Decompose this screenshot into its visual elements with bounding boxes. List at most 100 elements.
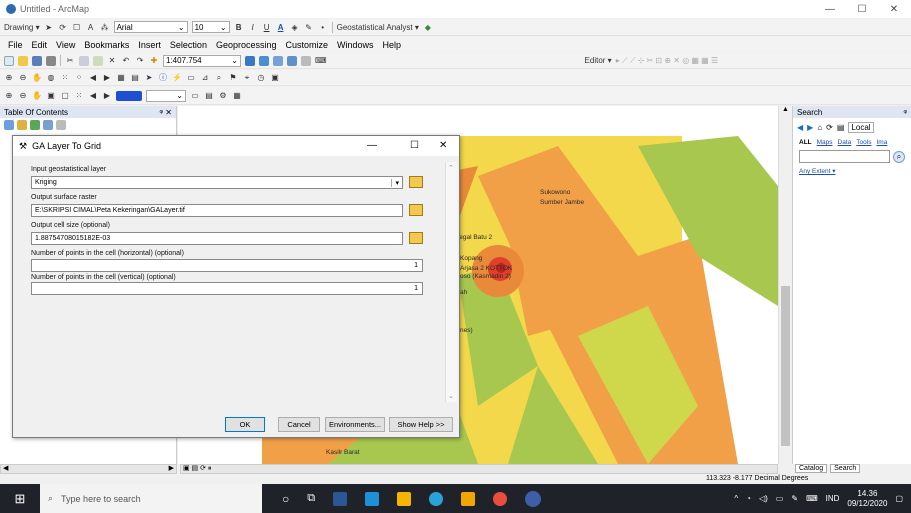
browse-folder-icon[interactable] <box>409 204 423 216</box>
menu-edit[interactable]: Edit <box>32 40 48 50</box>
select-elements-arrow-icon[interactable]: ➤ <box>144 72 154 84</box>
fixed-zoom-layout-icon[interactable]: ⁙ <box>74 90 84 102</box>
zoom-100-icon[interactable]: ▢ <box>60 90 70 102</box>
table-of-contents-icon[interactable] <box>259 55 269 66</box>
cortana-icon[interactable]: ○ <box>282 492 289 506</box>
menu-selection[interactable]: Selection <box>170 40 207 50</box>
select-features-icon[interactable]: ▦ <box>116 72 126 84</box>
menu-customize[interactable]: Customize <box>286 40 329 50</box>
environments-button[interactable]: Environments... <box>325 417 385 432</box>
show-help-button[interactable]: Show Help >> <box>389 417 453 432</box>
undo-icon[interactable]: ↶ <box>121 55 131 67</box>
home-icon[interactable]: ⌂ <box>817 123 822 132</box>
python-icon[interactable]: ⌨ <box>315 55 327 67</box>
scroll-right-icon[interactable]: ▶ <box>169 464 174 472</box>
search-tab-maps[interactable]: Maps <box>817 139 833 146</box>
catalog-tab[interactable]: Catalog <box>795 464 828 473</box>
fixed-zoom-out-icon[interactable]: ⁘ <box>74 72 84 84</box>
menu-bookmarks[interactable]: Bookmarks <box>84 40 129 50</box>
scroll-left-icon[interactable]: ◀ <box>3 464 8 472</box>
marker-color-icon[interactable]: • <box>318 21 328 33</box>
cell-size-field[interactable]: 1.88754708015182E-03 <box>31 232 403 245</box>
cut-icon[interactable]: ✂ <box>65 55 75 67</box>
dialog-close-button[interactable]: ✕ <box>439 140 447 151</box>
layout-zoom-select[interactable]: ⌄ <box>146 89 186 102</box>
chrome-icon[interactable] <box>493 491 508 506</box>
editor-menu-button[interactable]: Editor ▾ <box>585 55 612 67</box>
minimize-button[interactable]: — <box>815 0 845 18</box>
points-horizontal-field[interactable]: 1 <box>31 259 423 272</box>
redo-icon[interactable]: ↷ <box>135 55 145 67</box>
save-icon[interactable] <box>32 55 42 66</box>
arcmap-taskbar-icon[interactable] <box>525 490 542 507</box>
refresh-icon[interactable]: ⟳ <box>826 123 833 132</box>
select-elements-icon[interactable]: ➤ <box>44 21 54 33</box>
find-route-icon[interactable]: ⚑ <box>228 72 238 84</box>
search-tab[interactable]: Search <box>830 464 861 473</box>
measure-icon[interactable]: ⊿ <box>200 72 210 84</box>
menu-view[interactable]: View <box>56 40 75 50</box>
notification-icon[interactable]: ▢ <box>895 494 903 503</box>
zoom-whole-page-icon[interactable]: ▣ <box>46 90 56 102</box>
layout-view-icon[interactable]: ▣ ▤ ⟳ ⏸ <box>183 464 211 473</box>
map-scale-select[interactable]: 1:407.754 ⌄ <box>163 54 241 67</box>
font-size-select[interactable]: 10 ⌄ <box>191 21 230 33</box>
underline-button[interactable]: U <box>262 21 272 33</box>
dialog-scrollbar[interactable]: ⌃ ⌄ <box>445 162 457 402</box>
toc-pin-close[interactable]: ᵠ ✕ <box>160 108 172 117</box>
dialog-minimize-button[interactable]: — <box>367 140 377 151</box>
any-extent-dropdown[interactable]: Any Extent ▾ <box>793 165 911 177</box>
zoom-percent-icon[interactable] <box>116 90 142 101</box>
italic-button[interactable]: I <box>248 21 258 33</box>
text-tool-icon[interactable]: A <box>86 21 96 33</box>
pin-icon[interactable]: ᵠ <box>903 108 907 117</box>
rectangle-icon[interactable]: ☐ <box>72 21 82 33</box>
geostatistical-analyst-menu[interactable]: Geostatistical Analyst ▾ <box>337 21 419 33</box>
add-data-icon[interactable]: ✚ <box>149 55 159 67</box>
list-by-visibility-icon[interactable] <box>30 120 40 130</box>
mail-icon[interactable] <box>365 491 380 506</box>
scroll-down-icon[interactable]: ⌄ <box>448 392 454 400</box>
close-button[interactable]: ✕ <box>879 0 909 18</box>
create-viewer-window-icon[interactable]: ▣ <box>270 72 280 84</box>
file-explorer-icon[interactable] <box>461 491 476 506</box>
list-by-source-icon[interactable] <box>17 120 27 130</box>
fill-color-icon[interactable]: ◈ <box>290 21 300 33</box>
goto-xy-icon[interactable]: ⌖ <box>242 72 252 84</box>
menu-insert[interactable]: Insert <box>138 40 161 50</box>
task-view-icon[interactable]: ⧉ <box>307 492 315 505</box>
tray-chevron-icon[interactable]: ^ <box>734 494 738 503</box>
menu-geoprocessing[interactable]: Geoprocessing <box>216 40 277 50</box>
taskbar-search-box[interactable]: ⌕ Type here to search <box>40 484 262 513</box>
input-layer-select[interactable]: Kriging ▾ <box>31 176 403 189</box>
scroll-thumb[interactable] <box>781 286 790 446</box>
clear-selection-icon[interactable]: ▤ <box>130 72 140 84</box>
wifi-icon[interactable]: ◔ <box>746 494 751 503</box>
bold-button[interactable]: B <box>234 21 244 33</box>
geostat-wizard-icon[interactable]: ◆ <box>423 21 433 33</box>
font-name-select[interactable]: Arial ⌄ <box>113 21 188 33</box>
back-extent-icon[interactable]: ◀ <box>88 72 98 84</box>
language-indicator[interactable]: IND <box>826 494 840 503</box>
rotate-icon[interactable]: ⟳ <box>58 21 68 33</box>
print-icon[interactable] <box>46 55 56 66</box>
volume-icon[interactable]: ◁) <box>759 494 768 503</box>
layout-zoom-out-icon[interactable]: ⊖ <box>18 90 28 102</box>
browse-folder-icon[interactable] <box>409 232 423 244</box>
search-tab-all[interactable]: ALL <box>799 139 812 146</box>
data-driven-pages-icon[interactable]: ▦ <box>232 90 242 102</box>
clock[interactable]: 14.36 09/12/2020 <box>847 489 887 509</box>
search-tab-tools[interactable]: Tools <box>856 139 871 146</box>
time-slider-icon[interactable]: ◷ <box>256 72 266 84</box>
keyboard-icon[interactable]: ⌨ <box>806 494 818 503</box>
copy-icon[interactable] <box>79 55 89 66</box>
word-icon[interactable] <box>333 491 348 506</box>
zoom-out-icon[interactable]: ⊖ <box>18 72 28 84</box>
output-raster-field[interactable]: E:\SKRIPSI CIMAL\Peta Kekeringan\GALayer… <box>31 204 403 217</box>
menu-file[interactable]: File <box>8 40 23 50</box>
toc-options-icon[interactable] <box>56 120 66 130</box>
arctoolbox-icon[interactable] <box>301 55 311 66</box>
font-color-button[interactable]: A <box>276 21 286 33</box>
dialog-maximize-button[interactable]: ☐ <box>410 140 419 151</box>
pen-icon[interactable]: ✎ <box>791 494 798 503</box>
